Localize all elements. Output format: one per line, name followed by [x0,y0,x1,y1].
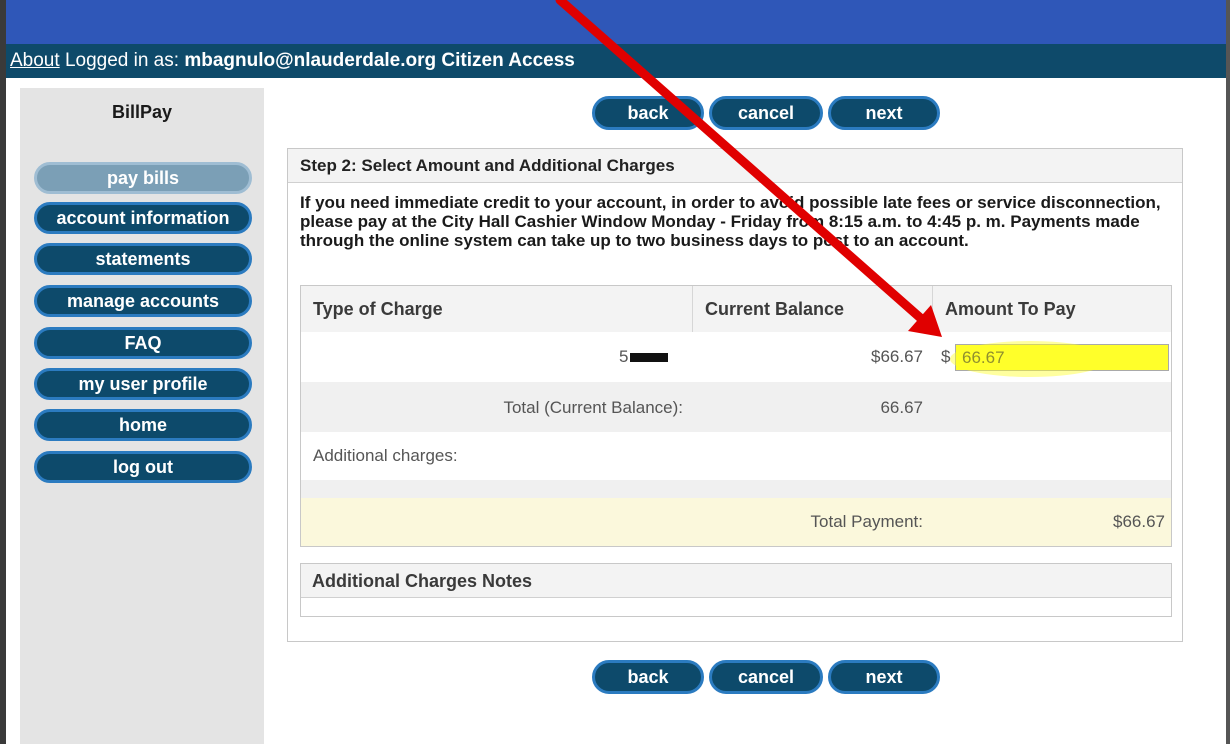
account-prefix: 5 [619,347,629,366]
username: mbagnulo@nlauderdale.org [184,50,437,71]
currency-symbol: $ [941,347,951,366]
total-payment-value: $66.67 [1113,512,1165,531]
next-button-bottom[interactable]: next [828,660,940,694]
sidebar-item-my-user-profile[interactable]: my user profile [34,368,252,400]
charges-table: Type of Charge Current Balance Amount To… [300,285,1172,547]
account-number: 5 [619,347,669,367]
sidebar-item-statements[interactable]: statements [34,243,252,275]
app-name: Citizen Access [441,50,575,71]
cancel-button-top[interactable]: cancel [709,96,823,130]
additional-charges-notes: Additional Charges Notes [300,563,1172,617]
current-balance-value: $66.67 [871,347,923,366]
table-header-row: Type of Charge Current Balance Amount To… [301,286,1171,333]
about-link[interactable]: About [10,50,60,71]
payment-notice: If you need immediate credit to your acc… [300,193,1161,250]
sidebar-item-manage-accounts[interactable]: manage accounts [34,285,252,317]
cancel-button-bottom[interactable]: cancel [709,660,823,694]
redaction-mark [630,353,669,363]
notes-title: Additional Charges Notes [301,564,1171,598]
total-current-balance-value: 66.67 [880,398,923,417]
total-current-balance-label: Total (Current Balance): [503,398,683,417]
next-button-top[interactable]: next [828,96,940,130]
back-button-bottom[interactable]: back [592,660,704,694]
step-title: Step 2: Select Amount and Additional Cha… [288,149,1182,183]
sidebar-title: BillPay [111,102,173,122]
sidebar-item-pay-bills[interactable]: pay bills [34,162,252,194]
sidebar-item-log-out[interactable]: log out [34,451,252,483]
sidebar-item-account-information[interactable]: account information [34,202,252,234]
logged-in-label: Logged in as: [64,50,180,71]
additional-charges-label: Additional charges: [313,446,458,465]
back-button-top[interactable]: back [592,96,704,130]
table-row-additional: Additional charges: [301,432,1171,480]
table-row-spacer [301,480,1171,498]
sidebar-item-faq[interactable]: FAQ [34,327,252,359]
user-info-bar: About Logged in as: mbagnulo@nlauderdale… [6,44,1226,78]
table-row-total: Total (Current Balance): 66.67 [301,382,1171,432]
top-banner [6,0,1226,44]
amount-to-pay-input[interactable] [955,344,1169,371]
header-type-of-charge: Type of Charge [301,286,693,332]
table-row: 5 $66.67 $ [301,332,1171,382]
window-left-border [0,0,6,744]
total-payment-label: Total Payment: [810,512,923,531]
table-row-total-payment: Total Payment: $66.67 [301,498,1171,546]
window-right-border [1226,0,1230,744]
header-current-balance: Current Balance [693,286,933,332]
sidebar-item-home[interactable]: home [34,409,252,441]
header-amount-to-pay: Amount To Pay [945,299,1076,319]
step-panel: Step 2: Select Amount and Additional Cha… [287,148,1183,642]
